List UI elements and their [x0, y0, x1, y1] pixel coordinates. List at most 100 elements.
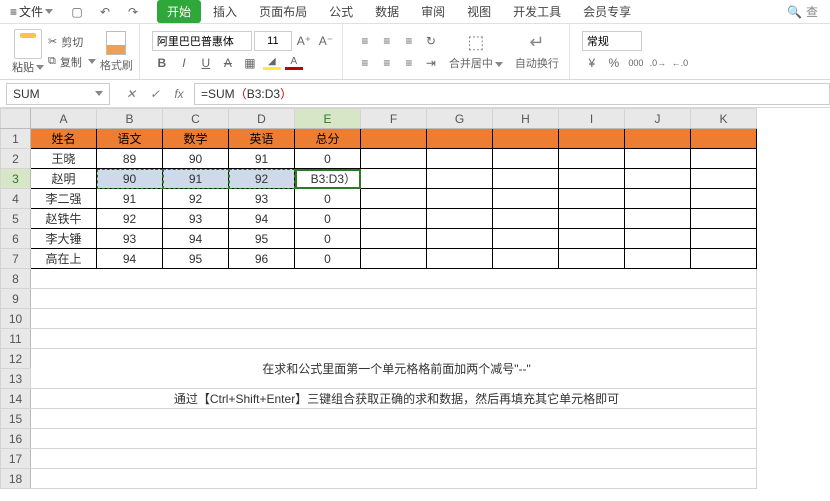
row-header[interactable]: 1: [1, 129, 31, 149]
tab-review[interactable]: 审阅: [411, 0, 455, 23]
col-header[interactable]: K: [691, 109, 757, 129]
cell[interactable]: 91: [163, 169, 229, 189]
cell[interactable]: [427, 189, 493, 209]
cell[interactable]: [559, 129, 625, 149]
cell[interactable]: [361, 169, 427, 189]
cell[interactable]: [31, 449, 757, 469]
tab-member[interactable]: 会员专享: [573, 0, 641, 23]
cell[interactable]: [31, 309, 757, 329]
cell[interactable]: 93: [97, 229, 163, 249]
cell[interactable]: [493, 189, 559, 209]
cell[interactable]: [427, 229, 493, 249]
align-top-icon[interactable]: ≡: [355, 31, 375, 51]
orientation-icon[interactable]: ↻: [421, 31, 441, 51]
cell[interactable]: 92: [97, 209, 163, 229]
cell[interactable]: 高在上: [31, 249, 97, 269]
border-button[interactable]: ▦: [240, 53, 260, 73]
row-header[interactable]: 14: [1, 389, 31, 409]
cell[interactable]: [493, 169, 559, 189]
cell[interactable]: [691, 169, 757, 189]
cell[interactable]: [625, 129, 691, 149]
cell[interactable]: [427, 149, 493, 169]
align-center-icon[interactable]: ≡: [377, 53, 397, 73]
cell[interactable]: [559, 249, 625, 269]
cut-button[interactable]: ✂剪切: [48, 34, 96, 50]
cell[interactable]: [559, 189, 625, 209]
col-header[interactable]: E: [295, 109, 361, 129]
cell[interactable]: 94: [97, 249, 163, 269]
col-header[interactable]: D: [229, 109, 295, 129]
row-header[interactable]: 4: [1, 189, 31, 209]
col-header[interactable]: I: [559, 109, 625, 129]
cell[interactable]: [691, 149, 757, 169]
merge-center-button[interactable]: ⬚ 合并居中: [445, 30, 507, 73]
font-size-select[interactable]: [254, 31, 292, 51]
cell[interactable]: [361, 189, 427, 209]
decrease-decimal-icon[interactable]: ←.0: [670, 53, 690, 73]
cell[interactable]: 赵明: [31, 169, 97, 189]
cell[interactable]: [625, 169, 691, 189]
row-header[interactable]: 17: [1, 449, 31, 469]
cell[interactable]: [493, 249, 559, 269]
increase-font-icon[interactable]: A⁺: [294, 31, 314, 51]
row-header[interactable]: 3: [1, 169, 31, 189]
align-bottom-icon[interactable]: ≡: [399, 31, 419, 51]
cell[interactable]: [361, 249, 427, 269]
search-box[interactable]: 🔍 查: [787, 3, 826, 20]
cell[interactable]: 94: [163, 229, 229, 249]
cell[interactable]: 90: [97, 169, 163, 189]
col-header[interactable]: G: [427, 109, 493, 129]
tab-dev-tools[interactable]: 开发工具: [503, 0, 571, 23]
cell[interactable]: 王晓: [31, 149, 97, 169]
tab-data[interactable]: 数据: [365, 0, 409, 23]
cell[interactable]: [691, 209, 757, 229]
cell[interactable]: 96: [229, 249, 295, 269]
cell[interactable]: 0: [295, 209, 361, 229]
underline-button[interactable]: U: [196, 53, 216, 73]
cell[interactable]: [559, 169, 625, 189]
note-text-1[interactable]: 在求和公式里面第一个单元格格前面加两个减号"--": [31, 349, 757, 389]
cell[interactable]: [427, 129, 493, 149]
accept-formula-icon[interactable]: ✓: [146, 87, 164, 101]
cell[interactable]: [493, 129, 559, 149]
cell[interactable]: 92: [163, 189, 229, 209]
save-icon[interactable]: ▢: [67, 2, 87, 22]
cell[interactable]: 0: [295, 249, 361, 269]
cell[interactable]: 93: [163, 209, 229, 229]
row-header[interactable]: 15: [1, 409, 31, 429]
paste-button[interactable]: 粘贴: [12, 29, 44, 75]
cell[interactable]: [625, 189, 691, 209]
row-header[interactable]: 7: [1, 249, 31, 269]
row-header[interactable]: 6: [1, 229, 31, 249]
undo-icon[interactable]: ↶: [95, 2, 115, 22]
cell[interactable]: [361, 129, 427, 149]
row-header[interactable]: 10: [1, 309, 31, 329]
cell[interactable]: [691, 229, 757, 249]
cell[interactable]: [625, 209, 691, 229]
cell[interactable]: 0: [295, 149, 361, 169]
cell[interactable]: [31, 329, 757, 349]
cell[interactable]: [427, 169, 493, 189]
formula-input[interactable]: =SUM（B3:D3）: [194, 83, 830, 105]
cell[interactable]: [427, 249, 493, 269]
cell[interactable]: 姓名: [31, 129, 97, 149]
number-format-select[interactable]: [582, 31, 642, 51]
tab-insert[interactable]: 插入: [203, 0, 247, 23]
cell[interactable]: [625, 149, 691, 169]
row-header[interactable]: 8: [1, 269, 31, 289]
copy-button[interactable]: ⧉复制: [48, 54, 96, 70]
cell[interactable]: 95: [163, 249, 229, 269]
cell[interactable]: [31, 269, 757, 289]
cell[interactable]: 90: [163, 149, 229, 169]
row-header[interactable]: 12: [1, 349, 31, 369]
cell[interactable]: [361, 229, 427, 249]
cell[interactable]: 语文: [97, 129, 163, 149]
fx-icon[interactable]: fx: [170, 87, 188, 101]
row-header[interactable]: 9: [1, 289, 31, 309]
italic-button[interactable]: I: [174, 53, 194, 73]
row-header[interactable]: 13: [1, 369, 31, 389]
cell[interactable]: [625, 249, 691, 269]
cell[interactable]: [559, 229, 625, 249]
col-header[interactable]: B: [97, 109, 163, 129]
row-header[interactable]: 16: [1, 429, 31, 449]
